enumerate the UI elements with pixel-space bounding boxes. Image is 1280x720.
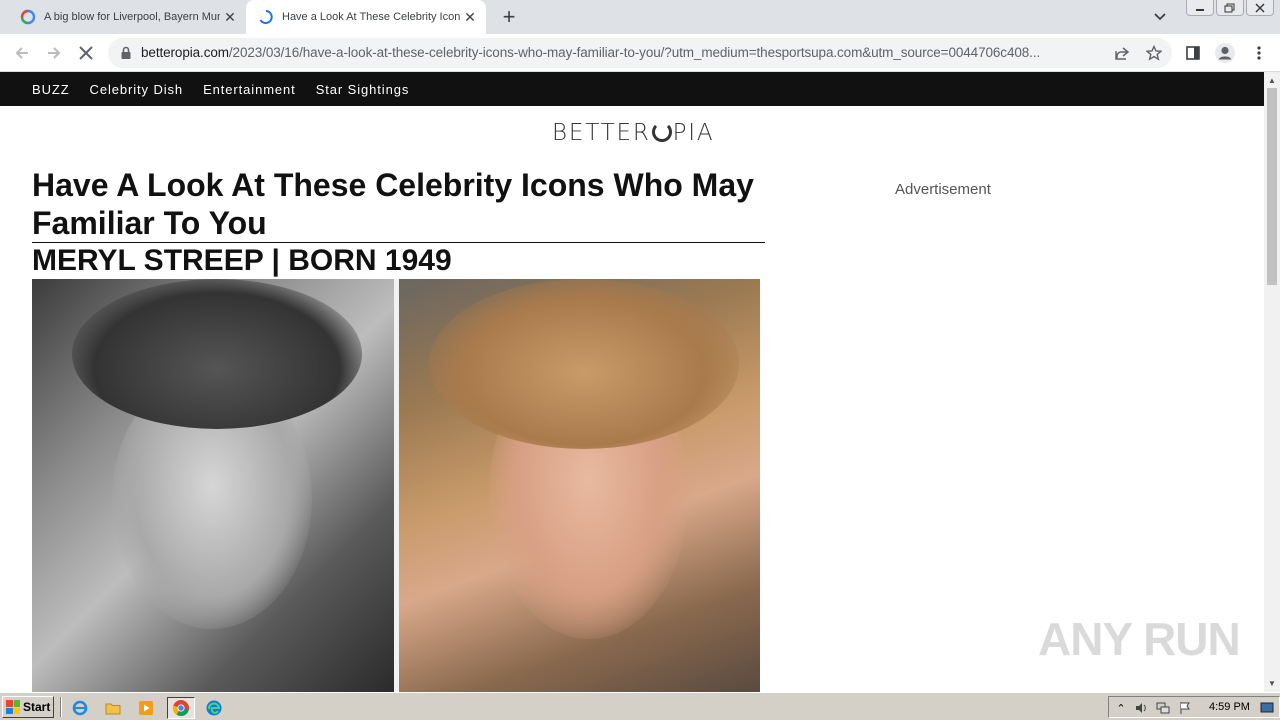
url-path: /2023/03/16/have-a-look-at-these-celebri… [228,45,1041,60]
taskbar-chrome[interactable] [167,697,195,719]
restore-icon [1224,3,1235,12]
logo-text-post: PIA [672,120,715,146]
show-desktop-icon[interactable] [1259,700,1275,716]
google-favicon-icon [20,9,36,25]
article-headline: Have A Look At These Celebrity Icons Who… [32,167,754,241]
forward-button[interactable] [42,42,66,64]
clock[interactable]: 4:59 PM [1209,701,1250,713]
minimize-icon [1196,8,1204,11]
close-tab-icon[interactable]: ✕ [460,7,480,27]
edge-icon [206,700,222,716]
anyrun-watermark: ANY RUN [1038,613,1241,665]
page-viewport: BUZZ Celebrity Dish Entertainment Star S… [0,72,1264,692]
lock-icon [121,46,131,59]
tab-title: Have a Look At These Celebrity Icons [282,11,460,23]
new-tab-button[interactable]: + [496,4,522,29]
url-host: betteropia.com [141,45,229,60]
scroll-up-icon[interactable]: ▲ [1268,76,1276,85]
photo-young [32,279,396,692]
nav-entertainment[interactable]: Entertainment [203,82,296,97]
photo-older [399,279,760,692]
taskbar-explorer[interactable] [101,697,125,719]
windows-logo-icon [6,700,20,714]
taskbar-ie[interactable] [68,697,92,719]
logo-globe-icon [651,122,672,142]
nav-star-sightings[interactable]: Star Sightings [316,82,410,97]
stop-loading-button[interactable] [74,42,98,64]
taskbar-edge[interactable] [202,697,226,719]
tab-title: A big blow for Liverpool, Bayern Munich [44,11,220,23]
avatar-icon [1215,43,1235,63]
advertisement-label: Advertisement [895,181,991,198]
site-logo[interactable]: BETTER PIA [552,120,714,146]
kebab-menu-icon [1257,46,1261,60]
volume-icon[interactable] [1133,700,1149,716]
arrow-right-icon [48,47,61,59]
windows-taskbar: Start ⌃ 4:59 PM [0,692,1280,720]
close-icon [1255,3,1265,12]
start-button[interactable]: Start [2,696,54,718]
side-panel-icon [1186,46,1200,60]
chrome-icon [172,700,189,716]
article-subhead: MERYL STREEP | BORN 1949 [32,244,452,277]
media-player-icon [139,701,153,715]
bookmark-button[interactable] [1144,44,1164,62]
star-icon [1146,45,1162,61]
page-scrollbar[interactable]: ▲ ▼ [1264,72,1280,692]
start-label: Start [23,700,51,714]
address-bar[interactable]: betteropia.com/2023/03/16/have-a-look-at… [108,38,1172,68]
share-icon [1115,47,1130,60]
system-tray: ⌃ 4:59 PM [1108,696,1280,718]
close-window-button[interactable] [1246,0,1274,16]
tab-celebrity-icons[interactable]: Have a Look At These Celebrity Icons ✕ [246,0,486,34]
profile-button[interactable] [1214,42,1236,64]
scroll-thumb[interactable] [1267,88,1277,285]
nav-celebrity-dish[interactable]: Celebrity Dish [90,82,184,97]
folder-icon [105,703,121,715]
network-icon[interactable] [1155,700,1171,716]
stop-icon [79,46,93,60]
restore-window-button[interactable] [1216,0,1244,16]
share-button[interactable] [1112,44,1132,62]
scroll-down-icon[interactable]: ▼ [1268,679,1276,688]
internet-explorer-icon [72,700,88,716]
close-tab-icon[interactable]: ✕ [220,7,240,27]
action-center-flag-icon[interactable] [1177,700,1193,716]
celebrity-photo [32,279,760,692]
nav-buzz[interactable]: BUZZ [32,82,70,97]
chrome-menu-button[interactable] [1248,42,1270,64]
tab-strip: A big blow for Liverpool, Bayern Munich … [0,0,1280,34]
side-panel-button[interactable] [1182,42,1204,64]
arrow-left-icon [15,47,28,59]
url-text: betteropia.com/2023/03/16/have-a-look-at… [141,45,1111,60]
tab-search-chevron-icon[interactable] [1150,8,1170,26]
back-button[interactable] [10,42,34,64]
logo-text-pre: BETTER [552,120,651,146]
minimize-window-button[interactable] [1186,0,1214,16]
browser-toolbar: betteropia.com/2023/03/16/have-a-look-at… [0,34,1280,72]
loading-spinner-icon [259,10,273,24]
taskbar-media-player[interactable] [134,697,158,719]
site-nav: BUZZ Celebrity Dish Entertainment Star S… [0,72,1264,106]
show-hidden-icons-icon[interactable]: ⌃ [1113,700,1129,716]
tab-liverpool[interactable]: A big blow for Liverpool, Bayern Munich … [8,0,246,34]
